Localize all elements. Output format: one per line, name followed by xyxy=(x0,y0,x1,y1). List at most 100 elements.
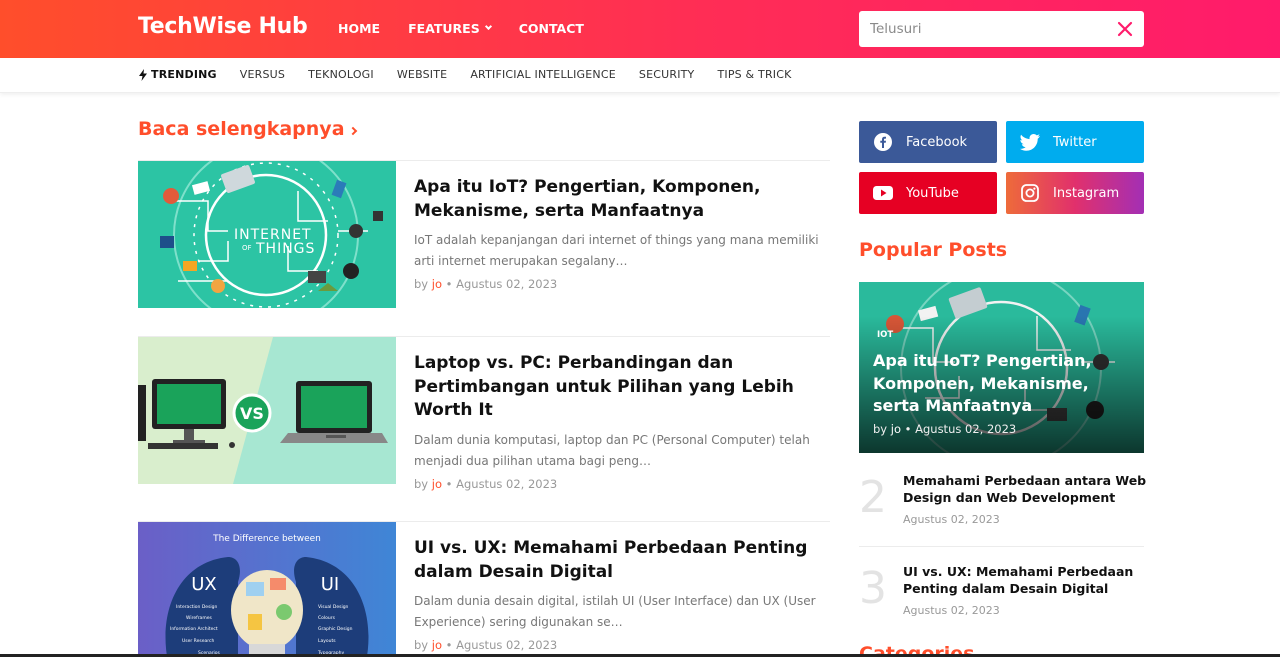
post-sep: • xyxy=(445,277,453,291)
featured-author[interactable]: jo xyxy=(891,422,901,436)
post-date: Agustus 02, 2023 xyxy=(456,476,558,491)
sub-nav: TRENDING VERSUS TEKNOLOGI WEBSITE ARTIFI… xyxy=(0,58,1280,93)
instagram-button[interactable]: Instagram xyxy=(1006,172,1144,214)
post-title[interactable]: Apa itu IoT? Pengertian, Komponen, Mekan… xyxy=(414,176,824,223)
nav-features-label: FEATURES xyxy=(408,21,480,36)
ui-ux-illustration: The Difference between UX UI Interaction… xyxy=(138,522,396,657)
thumb-label: Wireframes xyxy=(186,615,212,621)
thumb-label: Graphic Design xyxy=(318,626,353,632)
twitter-icon xyxy=(1018,130,1042,154)
main-nav: HOME FEATURES CONTACT xyxy=(338,21,612,36)
section-title-label: Baca selengkapnya xyxy=(138,118,345,140)
post-by: by xyxy=(414,476,429,491)
instagram-icon xyxy=(1018,181,1042,205)
category-badge: IOT xyxy=(877,322,901,340)
svg-text:OF: OF xyxy=(242,244,252,252)
post-author[interactable]: jo xyxy=(432,477,442,491)
post-title[interactable]: UI vs. UX: Memahami Perbedaan Penting da… xyxy=(414,537,824,584)
nav-features[interactable]: FEATURES xyxy=(408,21,492,36)
thumb-label: Visual Design xyxy=(318,604,349,610)
category-badge-label: IOT xyxy=(877,330,894,340)
subnav-item-versus[interactable]: VERSUS xyxy=(240,68,285,81)
subnav-trending[interactable]: TRENDING xyxy=(139,68,217,81)
popular-rank: 2 xyxy=(859,472,887,523)
svg-text:THINGS: THINGS xyxy=(255,241,315,257)
site-logo[interactable]: TechWise Hub xyxy=(138,14,308,39)
subnav-item-tips[interactable]: TIPS & TRICK xyxy=(717,68,791,81)
post-author[interactable]: jo xyxy=(432,277,442,291)
featured-meta: by jo • Agustus 02, 2023 xyxy=(873,422,1016,436)
nav-home-label: HOME xyxy=(338,21,381,36)
post-author[interactable]: jo xyxy=(432,638,442,652)
post-card: The Difference between UX UI Interaction… xyxy=(138,521,830,657)
post-meta: by jo • Agustus 02, 2023 xyxy=(414,638,824,652)
post-excerpt: Dalam dunia desain digital, istilah UI (… xyxy=(414,594,816,629)
popular-post-featured[interactable]: IOT Apa itu IoT? Pengertian, Komponen, M… xyxy=(859,282,1144,453)
post-excerpt: Dalam dunia komputasi, laptop dan PC (Pe… xyxy=(414,432,810,468)
facebook-button[interactable]: Facebook xyxy=(859,121,997,163)
post-card: VS Laptop vs. PC: Perbandingan dan Perti… xyxy=(138,336,830,491)
post-title[interactable]: Laptop vs. PC: Perbandingan dan Pertimba… xyxy=(414,352,824,423)
popular-rank: 3 xyxy=(859,563,887,614)
popular-post-date: Agustus 02, 2023 xyxy=(903,604,1000,617)
laptop-vs-pc-illustration: VS xyxy=(138,337,396,484)
thumb-ux-text: UX xyxy=(191,574,217,595)
subnav-item-security[interactable]: SECURITY xyxy=(639,68,695,81)
iot-illustration: INTERNET OF THINGS xyxy=(138,161,396,308)
popular-post-date: Agustus 02, 2023 xyxy=(903,513,1000,526)
featured-by: by xyxy=(873,422,888,436)
post-meta: by jo • Agustus 02, 2023 xyxy=(414,277,824,291)
popular-posts-title: Popular Posts xyxy=(859,239,1008,261)
bolt-icon xyxy=(139,68,147,81)
post-sep: • xyxy=(445,638,453,652)
post-by: by xyxy=(414,277,429,291)
post-meta: by jo • Agustus 02, 2023 xyxy=(414,477,824,491)
popular-post-title[interactable]: Memahami Perbedaan antara Web Design dan… xyxy=(903,472,1148,506)
featured-title: Apa itu IoT? Pengertian, Komponen, Mekan… xyxy=(873,351,1092,415)
nav-contact[interactable]: CONTACT xyxy=(519,21,584,36)
thumb-label: Interaction Design xyxy=(176,604,218,610)
popular-post-item: 2 Memahami Perbedaan antara Web Design d… xyxy=(859,472,1146,532)
post-excerpt: IoT adalah kepanjangan dari internet of … xyxy=(414,233,819,268)
nav-home[interactable]: HOME xyxy=(338,21,380,36)
youtube-label: YouTube xyxy=(906,185,959,201)
featured-date: Agustus 02, 2023 xyxy=(915,422,1017,436)
youtube-button[interactable]: YouTube xyxy=(859,172,997,214)
twitter-button[interactable]: Twitter xyxy=(1006,121,1144,163)
subnav-item-website[interactable]: WEBSITE xyxy=(397,68,447,81)
site-header: TechWise Hub HOME FEATURES CONTACT xyxy=(0,0,1280,58)
section-title[interactable]: Baca selengkapnya xyxy=(138,118,357,140)
featured-sep: • xyxy=(904,422,912,436)
facebook-icon xyxy=(871,130,895,154)
post-thumbnail[interactable]: INTERNET OF THINGS xyxy=(138,161,396,308)
divider xyxy=(859,546,1144,547)
popular-post-title[interactable]: UI vs. UX: Memahami Perbedaan Penting da… xyxy=(903,563,1148,597)
search-box xyxy=(859,11,1144,47)
twitter-label: Twitter xyxy=(1053,134,1097,150)
post-date: Agustus 02, 2023 xyxy=(456,638,558,652)
thumb-label: User Research xyxy=(182,638,214,644)
search-input[interactable] xyxy=(859,11,1109,47)
thumb-label: Colours xyxy=(318,615,336,621)
post-thumbnail[interactable]: VS xyxy=(138,337,396,484)
nav-contact-label: CONTACT xyxy=(518,21,584,36)
post-sep: • xyxy=(445,476,453,491)
subnav-item-ai[interactable]: ARTIFICIAL INTELLIGENCE xyxy=(470,68,616,81)
instagram-label: Instagram xyxy=(1053,185,1120,201)
youtube-icon xyxy=(871,181,895,205)
chevron-right-icon xyxy=(348,126,357,135)
thumb-vs-text: VS xyxy=(240,404,264,423)
chevron-down-icon xyxy=(484,22,492,31)
subnav-trending-label: TRENDING xyxy=(151,68,217,81)
thumb-label: Layouts xyxy=(318,638,336,644)
thumb-ui-text: UI xyxy=(321,574,339,595)
post-thumbnail[interactable]: The Difference between UX UI Interaction… xyxy=(138,522,396,657)
close-icon[interactable] xyxy=(1116,20,1134,38)
thumb-heading: The Difference between xyxy=(212,534,321,544)
popular-post-item: 3 UI vs. UX: Memahami Perbedaan Penting … xyxy=(859,563,1144,623)
facebook-label: Facebook xyxy=(906,134,968,150)
post-date: Agustus 02, 2023 xyxy=(456,277,558,291)
thumb-label: Information Architect xyxy=(170,626,218,632)
post-by: by xyxy=(414,638,429,652)
subnav-item-teknologi[interactable]: TEKNOLOGI xyxy=(308,68,374,81)
